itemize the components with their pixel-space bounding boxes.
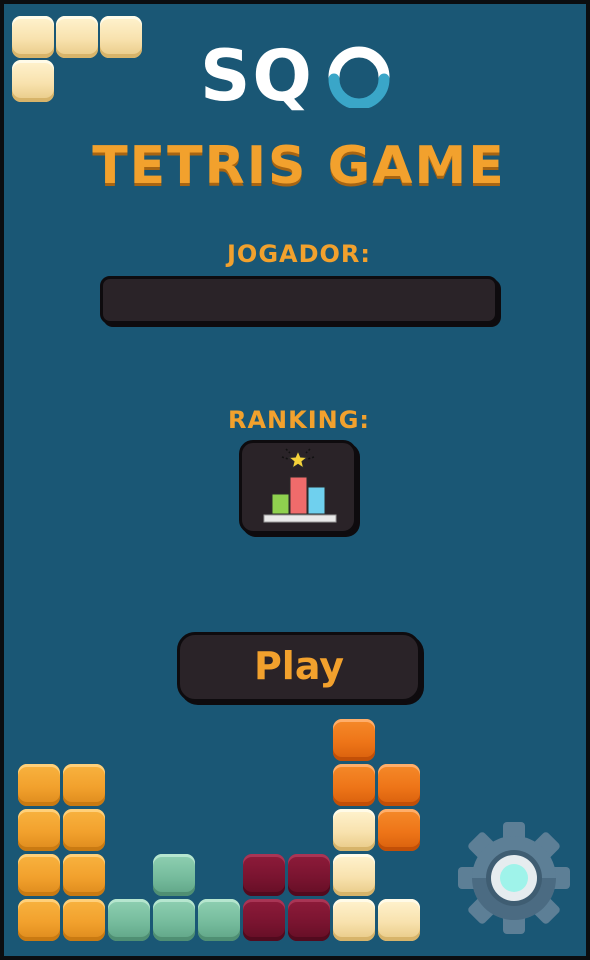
tetromino-block <box>12 60 54 102</box>
tetromino-block <box>333 719 375 761</box>
ranking-button[interactable] <box>239 440 357 534</box>
tetromino-block <box>333 809 375 851</box>
tetromino-block <box>153 899 195 941</box>
tetromino-block <box>63 764 105 806</box>
tetromino-block <box>18 854 60 896</box>
page-title: TETRIS GAME <box>92 136 506 196</box>
gear-icon[interactable] <box>456 820 572 936</box>
tetromino-block <box>18 899 60 941</box>
sqo-logo: SQ <box>200 38 400 114</box>
logo-letters: SQ <box>200 35 314 117</box>
tetromino-block <box>378 809 420 851</box>
tetromino-block <box>153 854 195 896</box>
tetromino-block <box>12 16 54 58</box>
game-screen: SQ TETRIS GAME JOGADOR: RANKING: Play <box>0 0 590 960</box>
player-label: JOGADOR: <box>226 240 371 268</box>
tetromino-block <box>56 16 98 58</box>
tetromino-block <box>333 854 375 896</box>
tetromino-block <box>378 764 420 806</box>
tetromino-block <box>333 764 375 806</box>
tetromino-block <box>243 899 285 941</box>
tetromino-block <box>108 899 150 941</box>
tetromino-block <box>288 899 330 941</box>
play-button[interactable]: Play <box>177 632 421 702</box>
tetromino-block <box>63 809 105 851</box>
ranking-label: RANKING: <box>227 406 371 434</box>
player-name-input[interactable] <box>100 276 498 324</box>
podium-star-icon <box>263 448 337 523</box>
tetromino-block <box>100 16 142 58</box>
tetromino-block <box>63 899 105 941</box>
logo-ring-icon <box>328 46 390 108</box>
tetromino-block <box>378 899 420 941</box>
tetromino-block <box>198 899 240 941</box>
tetromino-block <box>333 899 375 941</box>
tetromino-block <box>18 764 60 806</box>
tetromino-block <box>18 809 60 851</box>
tetromino-block <box>243 854 285 896</box>
tetromino-block <box>63 854 105 896</box>
tetromino-block <box>288 854 330 896</box>
